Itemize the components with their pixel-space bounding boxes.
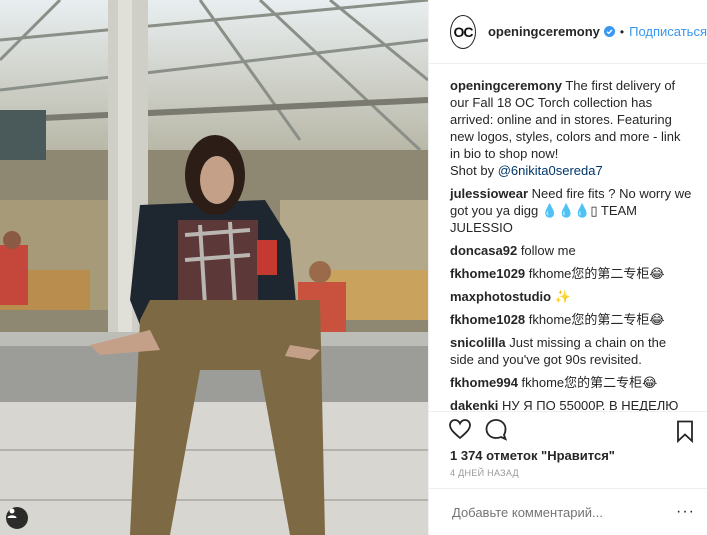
avatar-logo-text: OC bbox=[453, 23, 473, 40]
comment-username[interactable]: maxphotostudio bbox=[450, 289, 551, 304]
comment-item: dakenki НУ Я ПО 55000Р. В НЕДЕЛЮ ДЕЛАЮ. … bbox=[450, 397, 693, 411]
follow-button[interactable]: Подписаться bbox=[629, 24, 707, 39]
comment-item: maxphotostudio ✨ bbox=[450, 288, 693, 305]
bookmark-icon[interactable] bbox=[673, 419, 697, 443]
comment-username[interactable]: julessiowear bbox=[450, 186, 528, 201]
comment-item: doncasa92 follow me bbox=[450, 242, 693, 259]
add-comment-input[interactable] bbox=[450, 503, 654, 521]
comment-text: fkhome您的第二专柜😂 bbox=[525, 266, 665, 281]
comment-text: fkhome您的第二专柜😂 bbox=[517, 375, 658, 390]
comment-text: fkhome您的第二专柜😂 bbox=[525, 312, 665, 327]
comment-item: fkhome1029 fkhome您的第二专柜😂 bbox=[450, 265, 693, 282]
comment-username[interactable]: doncasa92 bbox=[450, 243, 517, 258]
likes-count[interactable]: 1 374 отметок "Нравится" bbox=[429, 446, 707, 466]
comment-text: follow me bbox=[517, 243, 576, 258]
comment-icon[interactable] bbox=[484, 417, 508, 441]
instagram-post: OC openingceremony • Подписаться opening… bbox=[0, 0, 707, 535]
comment-username[interactable]: fkhome1028 bbox=[450, 312, 525, 327]
comment-item: fkhome994 fkhome您的第二专柜😂 bbox=[450, 374, 693, 391]
caption-shot-prefix: Shot by bbox=[450, 163, 498, 178]
comment-username[interactable]: fkhome1029 bbox=[450, 266, 525, 281]
post-header: OC openingceremony • Подписаться bbox=[429, 0, 707, 64]
comment-username[interactable]: fkhome994 bbox=[450, 375, 518, 390]
add-comment-bar: ··· bbox=[429, 488, 707, 535]
photo-illustration bbox=[0, 0, 428, 535]
header-username[interactable]: openingceremony bbox=[488, 24, 600, 39]
verified-badge-icon bbox=[603, 26, 615, 37]
comment-username[interactable]: dakenki bbox=[450, 398, 498, 411]
post-photo[interactable] bbox=[0, 0, 428, 535]
caption-username[interactable]: openingceremony bbox=[450, 78, 562, 93]
comment-item: julessiowear Need fire fits ? No worry w… bbox=[450, 185, 693, 236]
comment-item: snicolilla Just missing a chain on the s… bbox=[450, 334, 693, 368]
comment-text: ✨ bbox=[551, 289, 571, 304]
comment-item: fkhome1028 fkhome您的第二专柜😂 bbox=[450, 311, 693, 328]
comment-username[interactable]: snicolilla bbox=[450, 335, 506, 350]
separator-dot: • bbox=[619, 24, 625, 39]
action-bar bbox=[429, 411, 707, 446]
user-tag-icon[interactable] bbox=[6, 507, 28, 529]
avatar[interactable]: OC bbox=[450, 14, 476, 49]
comments-list[interactable]: openingceremony The first delivery of ou… bbox=[429, 64, 707, 411]
post-side-panel: OC openingceremony • Подписаться opening… bbox=[428, 0, 707, 535]
heart-icon[interactable] bbox=[448, 417, 472, 441]
post-timestamp[interactable]: 4 ДНЕЙ НАЗАД bbox=[429, 466, 707, 488]
more-options-icon[interactable]: ··· bbox=[676, 503, 695, 521]
caption: openingceremony The first delivery of ou… bbox=[450, 77, 693, 179]
caption-mention-link[interactable]: @6nikita0sereda7 bbox=[498, 163, 603, 178]
